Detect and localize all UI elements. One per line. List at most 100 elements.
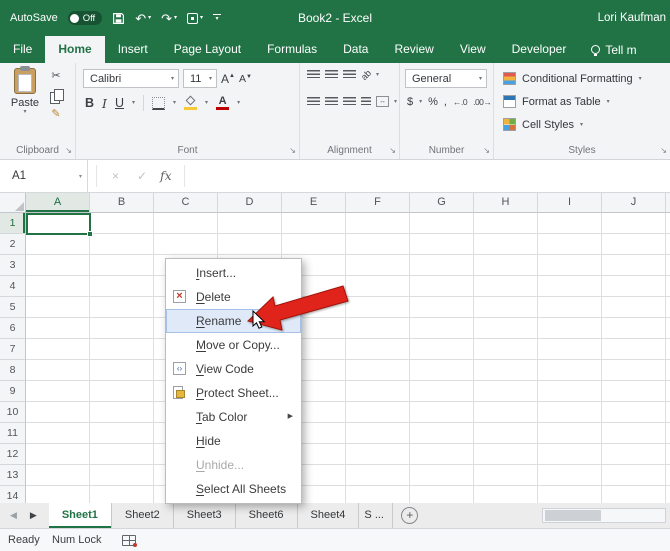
tab-formulas[interactable]: Formulas — [254, 36, 330, 63]
sheet-tab-sheet1[interactable]: Sheet1 — [49, 503, 112, 528]
select-all-corner[interactable] — [0, 193, 26, 213]
bold-button[interactable]: B — [85, 96, 94, 110]
menu-item-tab-color[interactable]: Tab Color▶ — [166, 405, 301, 429]
increase-decimal-button[interactable]: ←.0 — [453, 97, 467, 107]
menu-item-delete[interactable]: Delete — [166, 285, 301, 309]
fill-color-button[interactable] — [184, 97, 197, 110]
tab-developer[interactable]: Developer — [499, 36, 580, 63]
previous-sheet-arrow-icon[interactable]: ◀ — [10, 510, 17, 521]
orientation-icon[interactable]: ab — [359, 68, 373, 82]
cancel-button[interactable]: × — [112, 160, 119, 192]
column-header-a[interactable]: A — [26, 193, 90, 213]
horizontal-scrollbar-thumb[interactable] — [545, 510, 601, 521]
row-header-13[interactable]: 13 — [0, 465, 26, 486]
column-header-e[interactable]: E — [282, 193, 346, 213]
align-middle-icon[interactable] — [325, 70, 338, 80]
sheet-tab-truncated[interactable]: S ... — [359, 503, 393, 528]
row-header-9[interactable]: 9 — [0, 381, 26, 402]
decrease-decimal-button[interactable]: .00→ — [473, 97, 491, 107]
macro-record-icon[interactable] — [122, 535, 136, 546]
accounting-format-button[interactable]: $ — [407, 96, 413, 108]
row-header-3[interactable]: 3 — [0, 255, 26, 276]
tab-home[interactable]: Home — [45, 36, 104, 63]
sheet-tab-sheet3[interactable]: Sheet3 — [174, 503, 236, 528]
paste-button[interactable]: Paste ▾ — [5, 68, 45, 134]
menu-item-rename[interactable]: Rename — [166, 309, 301, 333]
merge-center-button[interactable]: ↔ — [376, 96, 389, 107]
row-header-7[interactable]: 7 — [0, 339, 26, 360]
number-dialog-launcher-icon[interactable]: ↘ — [483, 147, 490, 155]
align-right-icon[interactable] — [343, 97, 356, 107]
number-format-select[interactable]: General▾ — [405, 69, 487, 88]
font-name-select[interactable]: Calibri▾ — [83, 69, 179, 88]
row-header-14[interactable]: 14 — [0, 486, 26, 503]
undo-button[interactable]: ↶▾ — [135, 12, 151, 25]
percent-style-button[interactable]: % — [428, 96, 438, 108]
sheet-tab-sheet2[interactable]: Sheet2 — [112, 503, 174, 528]
next-sheet-arrow-icon[interactable]: ▶ — [30, 510, 37, 521]
column-header-h[interactable]: H — [474, 193, 538, 213]
format-as-table-button[interactable]: Format as Table ▾ — [503, 95, 610, 108]
row-header-10[interactable]: 10 — [0, 402, 26, 423]
row-header-4[interactable]: 4 — [0, 276, 26, 297]
tab-view[interactable]: View — [447, 36, 499, 63]
alignment-dialog-launcher-icon[interactable]: ↘ — [389, 147, 396, 155]
fill-handle[interactable] — [87, 231, 93, 237]
row-header-12[interactable]: 12 — [0, 444, 26, 465]
tab-file[interactable]: File — [0, 36, 45, 63]
styles-dialog-launcher-icon[interactable]: ↘ — [660, 147, 667, 155]
sheet-tab-sheet4[interactable]: Sheet4 — [298, 503, 360, 528]
font-color-button[interactable]: A — [216, 96, 229, 110]
row-header-11[interactable]: 11 — [0, 423, 26, 444]
format-painter-icon[interactable]: ✎ — [51, 109, 60, 120]
menu-item-protect-sheet[interactable]: Protect Sheet... — [166, 381, 301, 405]
font-size-select[interactable]: 11▾ — [183, 69, 217, 88]
increase-font-button[interactable]: A▲ — [221, 72, 235, 86]
name-box[interactable]: A1▾ — [0, 160, 88, 192]
chevron-down-icon[interactable]: ▾ — [132, 100, 135, 106]
decrease-font-button[interactable]: A▼ — [239, 73, 252, 85]
enter-button[interactable]: ✓ — [137, 160, 147, 192]
comma-style-button[interactable]: , — [444, 96, 447, 108]
italic-button[interactable]: I — [102, 96, 107, 111]
menu-item-hide[interactable]: Hide — [166, 429, 301, 453]
align-bottom-icon[interactable] — [343, 70, 356, 80]
row-header-2[interactable]: 2 — [0, 234, 26, 255]
insert-function-button[interactable]: fx — [160, 160, 172, 192]
row-header-5[interactable]: 5 — [0, 297, 26, 318]
menu-item-view-code[interactable]: View Code — [166, 357, 301, 381]
customize-quick-access-button[interactable]: ▾ — [213, 14, 221, 22]
quick-access-custom-button[interactable]: ▾ — [187, 13, 203, 24]
column-header-j[interactable]: J — [602, 193, 666, 213]
new-sheet-button[interactable]: + — [401, 507, 418, 524]
chevron-down-icon[interactable]: ▾ — [173, 100, 176, 106]
tab-review[interactable]: Review — [381, 36, 446, 63]
row-header-8[interactable]: 8 — [0, 360, 26, 381]
column-header-d[interactable]: D — [218, 193, 282, 213]
sheet-tab-sheet6[interactable]: Sheet6 — [236, 503, 298, 528]
chevron-down-icon[interactable]: ▾ — [394, 99, 397, 105]
horizontal-scrollbar[interactable] — [542, 508, 666, 523]
column-header-c[interactable]: C — [154, 193, 218, 213]
cell-styles-button[interactable]: Cell Styles ▾ — [503, 118, 583, 131]
chevron-down-icon[interactable]: ▾ — [419, 99, 422, 105]
copy-icon[interactable] — [50, 89, 62, 102]
menu-item-select-all-sheets[interactable]: Select All Sheets — [166, 477, 301, 501]
save-button[interactable] — [112, 12, 125, 25]
clipboard-dialog-launcher-icon[interactable]: ↘ — [65, 147, 72, 155]
conditional-formatting-button[interactable]: Conditional Formatting ▾ — [503, 72, 642, 85]
underline-button[interactable]: U — [115, 96, 124, 110]
chevron-down-icon[interactable]: ▾ — [205, 100, 208, 106]
cells-area[interactable] — [26, 213, 670, 503]
column-header-b[interactable]: B — [90, 193, 154, 213]
menu-item-insert[interactable]: Insert... — [166, 261, 301, 285]
cut-icon[interactable]: ✂ — [51, 71, 60, 82]
column-header-f[interactable]: F — [346, 193, 410, 213]
align-left-icon[interactable] — [307, 97, 320, 107]
row-header-1[interactable]: 1 — [0, 213, 26, 234]
chevron-down-icon[interactable]: ▾ — [237, 100, 240, 106]
tab-insert[interactable]: Insert — [105, 36, 161, 63]
decrease-indent-icon[interactable] — [361, 97, 371, 107]
autosave-toggle[interactable]: Off — [68, 11, 103, 25]
align-top-icon[interactable] — [307, 70, 320, 80]
